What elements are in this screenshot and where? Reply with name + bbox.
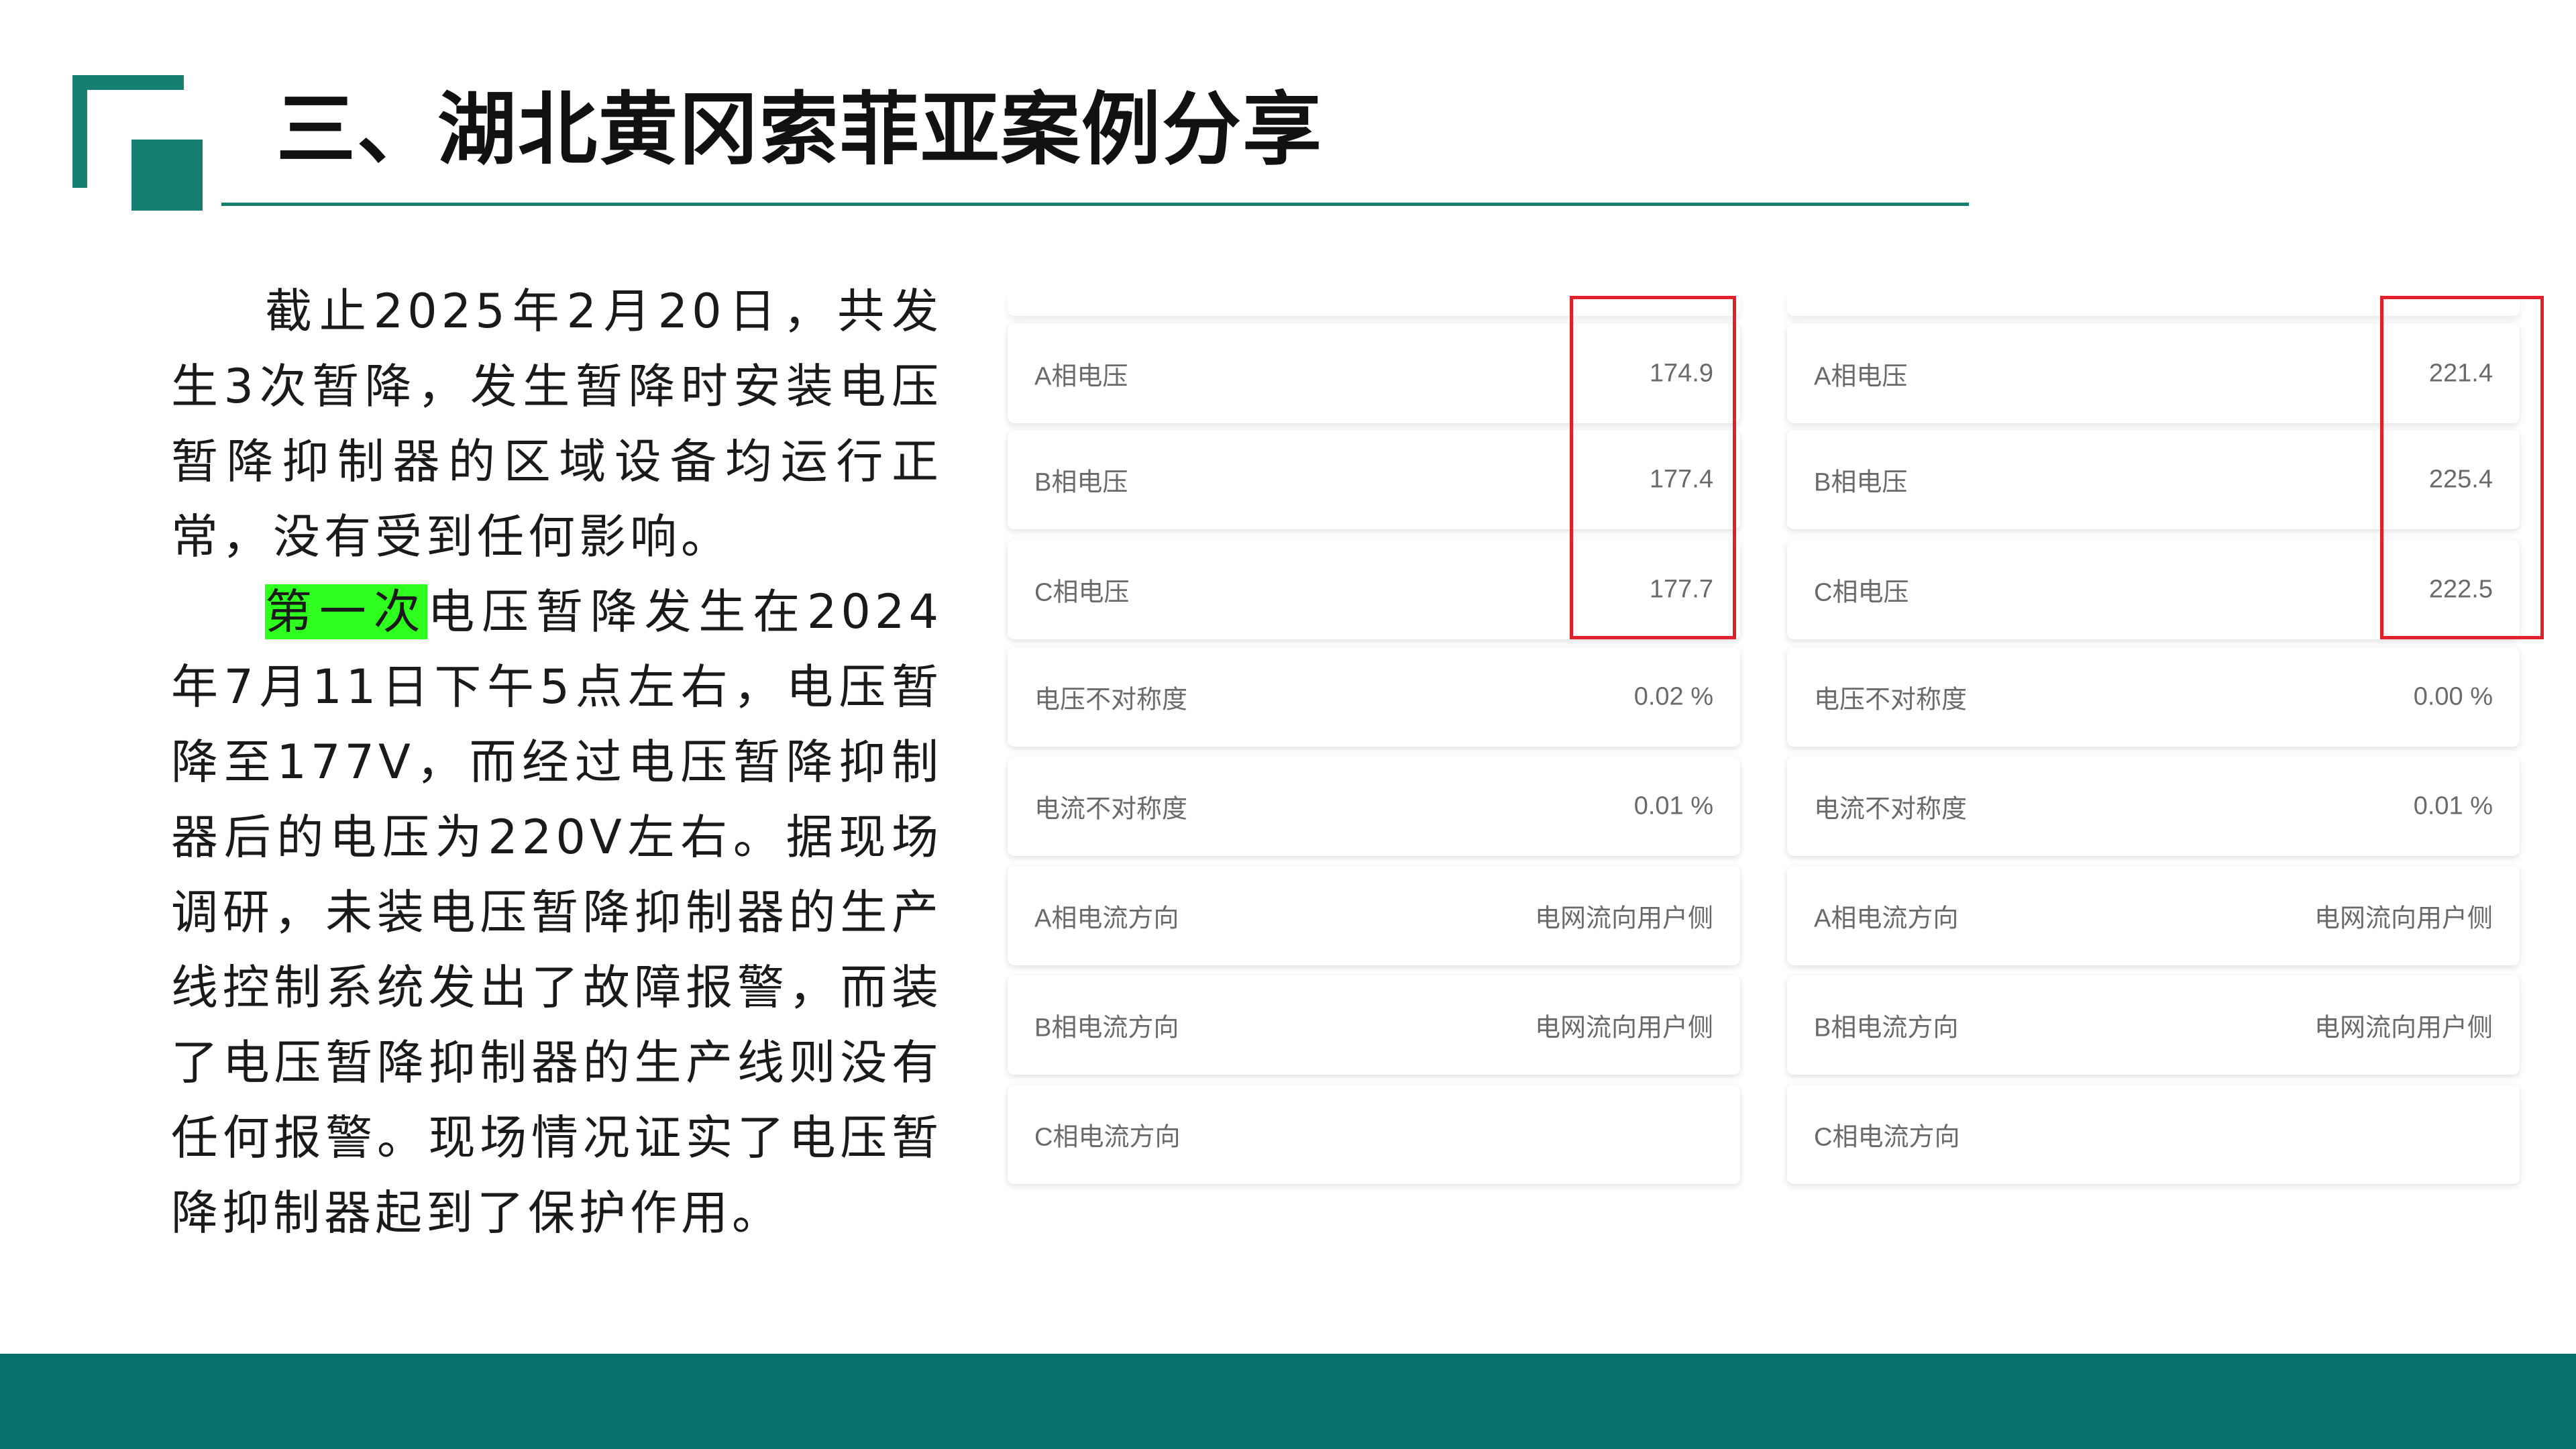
row-value: 0.01 % xyxy=(2413,792,2493,820)
row-label: 电流不对称度 xyxy=(1034,795,1188,824)
row-value: 0.01 % xyxy=(1633,792,1713,820)
row-value: 0.02 % xyxy=(1633,682,1713,711)
row-label: C相电压 xyxy=(1034,578,1130,607)
row-value: 0.00 % xyxy=(2413,682,2493,711)
row-label: C相电压 xyxy=(1814,578,1909,607)
row-current-unbalance: 电流不对称度 0.01 % xyxy=(1008,757,1740,856)
row-value: 电网流向用户侧 xyxy=(1534,904,1713,933)
row-label: C相电流方向 xyxy=(1034,1123,1181,1152)
row-voltage-unbalance: 电压不对称度 0.02 % xyxy=(1008,647,1740,747)
row-label: 电流不对称度 xyxy=(1814,795,1968,824)
row-b-current-direction: B相电流方向 电网流向用户侧 xyxy=(1008,975,1740,1075)
row-current-unbalance: 电流不对称度 0.01 % xyxy=(1787,757,2520,856)
page-title: 三、湖北黄冈索菲亚案例分享 xyxy=(276,83,1324,176)
paragraph-first-event-text: 电压暂降发生在2024年7月11日下午5点左右，电压暂降至177V，而经过电压暂… xyxy=(171,584,943,1240)
row-c-current-direction: C相电流方向 xyxy=(1787,1085,2520,1184)
row-voltage-unbalance: 电压不对称度 0.00 % xyxy=(1787,647,2520,747)
paragraph-summary: 截止2025年2月20日，共发生3次暂降，发生暂降时安装电压暂降抑制器的区域设备… xyxy=(171,284,943,564)
row-label: C相电流方向 xyxy=(1814,1123,1960,1152)
measurement-panel-after: A相电压 221.4 B相电压 225.4 C相电压 222.5 电压不对称度 … xyxy=(1787,285,2544,1184)
row-label: 电压不对称度 xyxy=(1034,686,1188,714)
row-a-current-direction: A相电流方向 电网流向用户侧 xyxy=(1787,866,2520,965)
row-label: A相电压 xyxy=(1814,362,1908,391)
row-value: 电网流向用户侧 xyxy=(2314,1014,2493,1042)
logo-mark xyxy=(72,75,203,211)
title-divider xyxy=(221,203,1969,206)
row-a-current-direction: A相电流方向 电网流向用户侧 xyxy=(1008,866,1740,965)
row-label: B相电流方向 xyxy=(1034,1014,1179,1042)
row-label: 电压不对称度 xyxy=(1814,686,1968,714)
row-label: A相电流方向 xyxy=(1814,904,1959,933)
body-text: 截止2025年2月20日，共发生3次暂降，发生暂降时安装电压暂降抑制器的区域设备… xyxy=(171,274,943,1250)
row-label: B相电压 xyxy=(1034,468,1128,497)
row-b-current-direction: B相电流方向 电网流向用户侧 xyxy=(1787,975,2520,1075)
row-label: A相电压 xyxy=(1034,362,1128,391)
row-label: A相电流方向 xyxy=(1034,904,1179,933)
highlight-first-time: 第一次 xyxy=(265,584,428,639)
row-value: 电网流向用户侧 xyxy=(1534,1014,1713,1042)
highlight-box-voltage xyxy=(2380,296,2544,639)
row-label: B相电压 xyxy=(1814,468,1908,497)
paragraph-first-event: 第一次电压暂降发生在2024年7月11日下午5点左右，电压暂降至177V，而经过… xyxy=(171,574,943,1250)
row-value: 电网流向用户侧 xyxy=(2314,904,2493,933)
footer-band xyxy=(0,1354,2576,1449)
row-c-current-direction: C相电流方向 xyxy=(1008,1085,1740,1184)
row-label: B相电流方向 xyxy=(1814,1014,1959,1042)
highlight-box-voltage xyxy=(1570,296,1736,639)
measurement-panel-before: A相电压 174.9 B相电压 177.4 C相电压 177.7 电压不对称度 … xyxy=(1008,285,1740,1184)
